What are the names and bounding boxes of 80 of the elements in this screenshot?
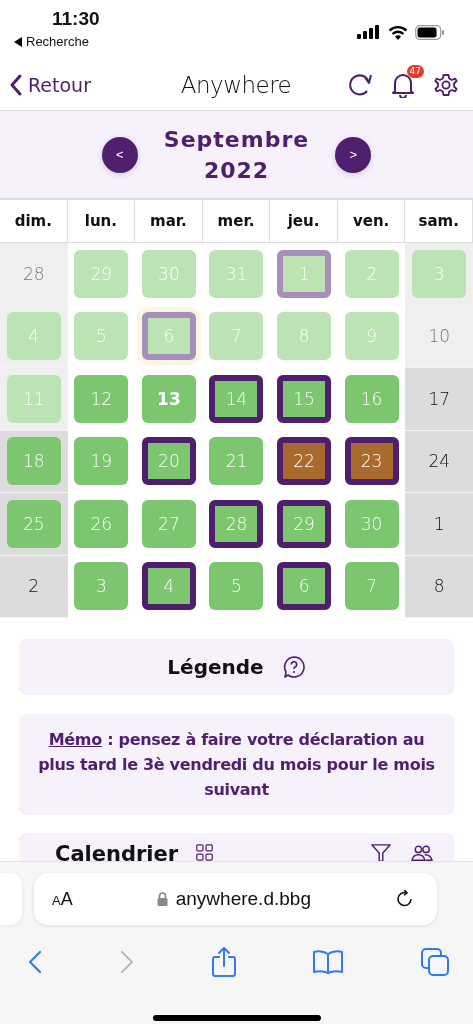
day-tile[interactable]: 6 [277,562,332,611]
day-tile[interactable]: 7 [209,312,264,361]
signal-icon [357,25,381,39]
notification-badge: 47 [406,65,424,78]
share-icon[interactable] [211,947,236,977]
next-month-button[interactable]: > [335,136,372,173]
day-tile[interactable]: 25 [6,499,61,548]
lock-icon [156,892,168,906]
day-number[interactable]: 10 [428,326,450,347]
day-tile[interactable]: 26 [74,499,129,548]
year: 2022 [203,156,270,185]
day-tile[interactable]: 18 [6,437,61,486]
memo-text: Mémo : pensez à faire votre déclaration au plus tard le 3è vendredi du mois pour le mois suivant [37,729,436,801]
address-bar[interactable]: AA anywhere.d.bbg [34,873,437,925]
day-tile[interactable]: 20 [141,437,196,486]
book-icon[interactable] [313,950,344,974]
back-triangle-icon[interactable] [14,36,22,47]
day-number[interactable]: 2 [28,576,40,597]
day-tile[interactable]: 16 [344,374,399,423]
app-title: Anywhere [179,72,293,98]
reload-icon[interactable] [395,889,415,909]
day-tile[interactable]: 29 [277,499,332,548]
day-tile[interactable]: 3 [412,249,467,298]
day-tile[interactable]: 21 [209,437,264,486]
settings-icon[interactable] [433,72,459,98]
back-icon[interactable] [28,950,42,974]
day-number[interactable]: 28 [22,263,45,284]
day-tile[interactable]: 30 [141,249,196,298]
day-number[interactable]: 24 [428,451,450,472]
calendar-title: Calendrier [55,842,179,867]
back-button[interactable]: Retour [10,74,91,96]
day-tile[interactable]: 4 [6,312,61,361]
day-number[interactable]: 17 [428,388,450,409]
day-tile[interactable]: 14 [209,374,264,423]
day-tile[interactable]: 22 [277,437,332,486]
day-tile[interactable]: 5 [74,312,129,361]
day-tile[interactable]: 4 [141,562,196,611]
help-bubble-icon[interactable] [281,655,306,679]
day-tile[interactable]: 8 [277,312,332,361]
day-number[interactable]: 8 [433,576,445,597]
day-tile[interactable]: 7 [344,562,399,611]
day-tile[interactable]: 23 [344,437,399,486]
day-tile[interactable]: 5 [209,562,264,611]
weekday-header: mar. [134,198,203,243]
wifi-icon [388,24,408,40]
bell-icon[interactable] [391,72,415,98]
day-tile[interactable]: 29 [74,249,129,298]
chevron-left-icon[interactable] [10,74,22,96]
day-tile[interactable]: 27 [141,499,196,548]
memo-link[interactable]: Mémo [48,730,102,749]
day-number[interactable]: 1 [433,513,445,534]
weekday-header: ven. [336,198,406,243]
weekday-header: jeu. [269,198,338,243]
previous-month-button[interactable]: < [101,136,138,173]
back-to-app-link[interactable]: Recherche [26,34,89,49]
tabs-icon[interactable] [421,948,449,976]
day-tile[interactable]: 1 [277,249,332,298]
weekday-header: lun. [66,198,136,243]
filter-icon[interactable] [370,844,392,862]
weekday-header: mer. [201,198,271,243]
day-tile[interactable]: 12 [74,374,129,423]
day-tile[interactable]: 11 [6,374,61,423]
day-tile[interactable]: 15 [277,374,332,423]
people-icon[interactable] [410,844,434,862]
legend-title: Légende [167,655,264,679]
weekday-header: dim. [0,198,68,243]
day-tile[interactable]: 28 [209,499,264,548]
day-tile[interactable]: 3 [74,562,129,611]
battery-icon [415,24,445,40]
weekday-header: sam. [404,198,473,243]
day-tile[interactable]: 2 [344,249,399,298]
day-tile[interactable]: 9 [344,312,399,361]
refresh-icon[interactable] [347,72,373,98]
day-tile[interactable]: 13 [141,374,196,423]
day-tile[interactable]: 30 [344,499,399,548]
day-tile[interactable]: 19 [74,437,129,486]
status-time: 11:30 [52,8,100,30]
day-tile[interactable]: 31 [209,249,264,298]
grid-view-icon[interactable] [196,844,214,861]
month-name: Septembre [163,125,310,154]
